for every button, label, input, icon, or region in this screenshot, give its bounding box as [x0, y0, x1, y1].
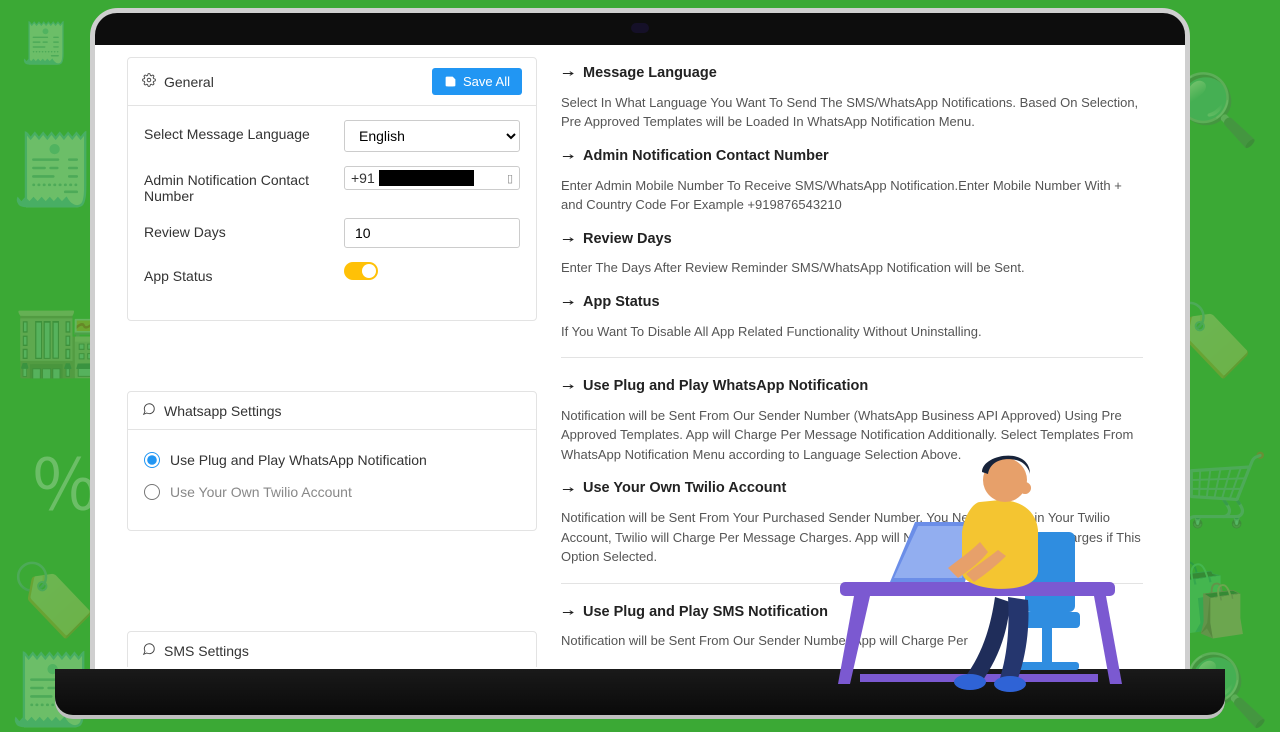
whatsapp-header-label: Whatsapp Settings — [164, 403, 282, 419]
sms-settings-card: SMS Settings — [127, 631, 537, 667]
chat-icon — [142, 642, 156, 659]
point-right-icon — [561, 605, 576, 620]
app-status-label: App Status — [144, 262, 334, 284]
point-right-icon — [561, 482, 576, 497]
help-review-title: Review Days — [561, 229, 1143, 251]
contact-card-icon: ▯ — [507, 172, 513, 185]
help-admin-title: Admin Notification Contact Number — [561, 146, 1143, 168]
divider — [561, 583, 1143, 584]
whatsapp-settings-card: Whatsapp Settings Use Plug and Play What… — [127, 391, 537, 531]
help-msg-lang-body: Select In What Language You Want To Send… — [561, 93, 1143, 132]
point-right-icon — [561, 149, 576, 164]
review-days-input[interactable] — [344, 218, 520, 248]
whatsapp-plug-radio[interactable]: Use Plug and Play WhatsApp Notification — [144, 444, 520, 476]
point-right-icon — [561, 379, 576, 394]
help-status-body: If You Want To Disable All App Related F… — [561, 322, 1143, 342]
point-right-icon — [561, 66, 576, 81]
sms-header-label: SMS Settings — [164, 643, 249, 659]
help-status-title: App Status — [561, 292, 1143, 314]
language-label: Select Message Language — [144, 120, 334, 142]
help-sms-plug-title: Use Plug and Play SMS Notification — [561, 602, 1143, 624]
language-select[interactable]: English — [344, 120, 520, 152]
help-wa-twilio-body: Notification will be Sent From Your Purc… — [561, 508, 1143, 567]
whatsapp-twilio-radio[interactable]: Use Your Own Twilio Account — [144, 476, 520, 508]
review-days-label: Review Days — [144, 218, 334, 240]
help-wa-plug-title: Use Plug and Play WhatsApp Notification — [561, 376, 1143, 398]
general-card: General Save All Select Message Language — [127, 57, 537, 321]
divider — [561, 357, 1143, 358]
admin-contact-label: Admin Notification Contact Number — [144, 166, 334, 204]
admin-contact-input[interactable]: +91 ▯ — [344, 166, 520, 190]
redacted-phone — [379, 170, 474, 186]
help-review-body: Enter The Days After Review Reminder SMS… — [561, 258, 1143, 278]
point-right-icon — [561, 295, 576, 310]
whatsapp-icon — [142, 402, 156, 419]
help-wa-plug-body: Notification will be Sent From Our Sende… — [561, 406, 1143, 465]
help-admin-body: Enter Admin Mobile Number To Receive SMS… — [561, 176, 1143, 215]
help-sms-plug-body: Notification will be Sent From Our Sende… — [561, 631, 1143, 651]
gear-icon — [142, 73, 156, 90]
general-header-label: General — [164, 74, 214, 90]
point-right-icon — [561, 232, 576, 247]
help-msg-lang-title: Message Language — [561, 63, 1143, 85]
app-status-toggle[interactable] — [344, 262, 378, 280]
save-all-button[interactable]: Save All — [432, 68, 522, 95]
help-wa-twilio-title: Use Your Own Twilio Account — [561, 478, 1143, 500]
